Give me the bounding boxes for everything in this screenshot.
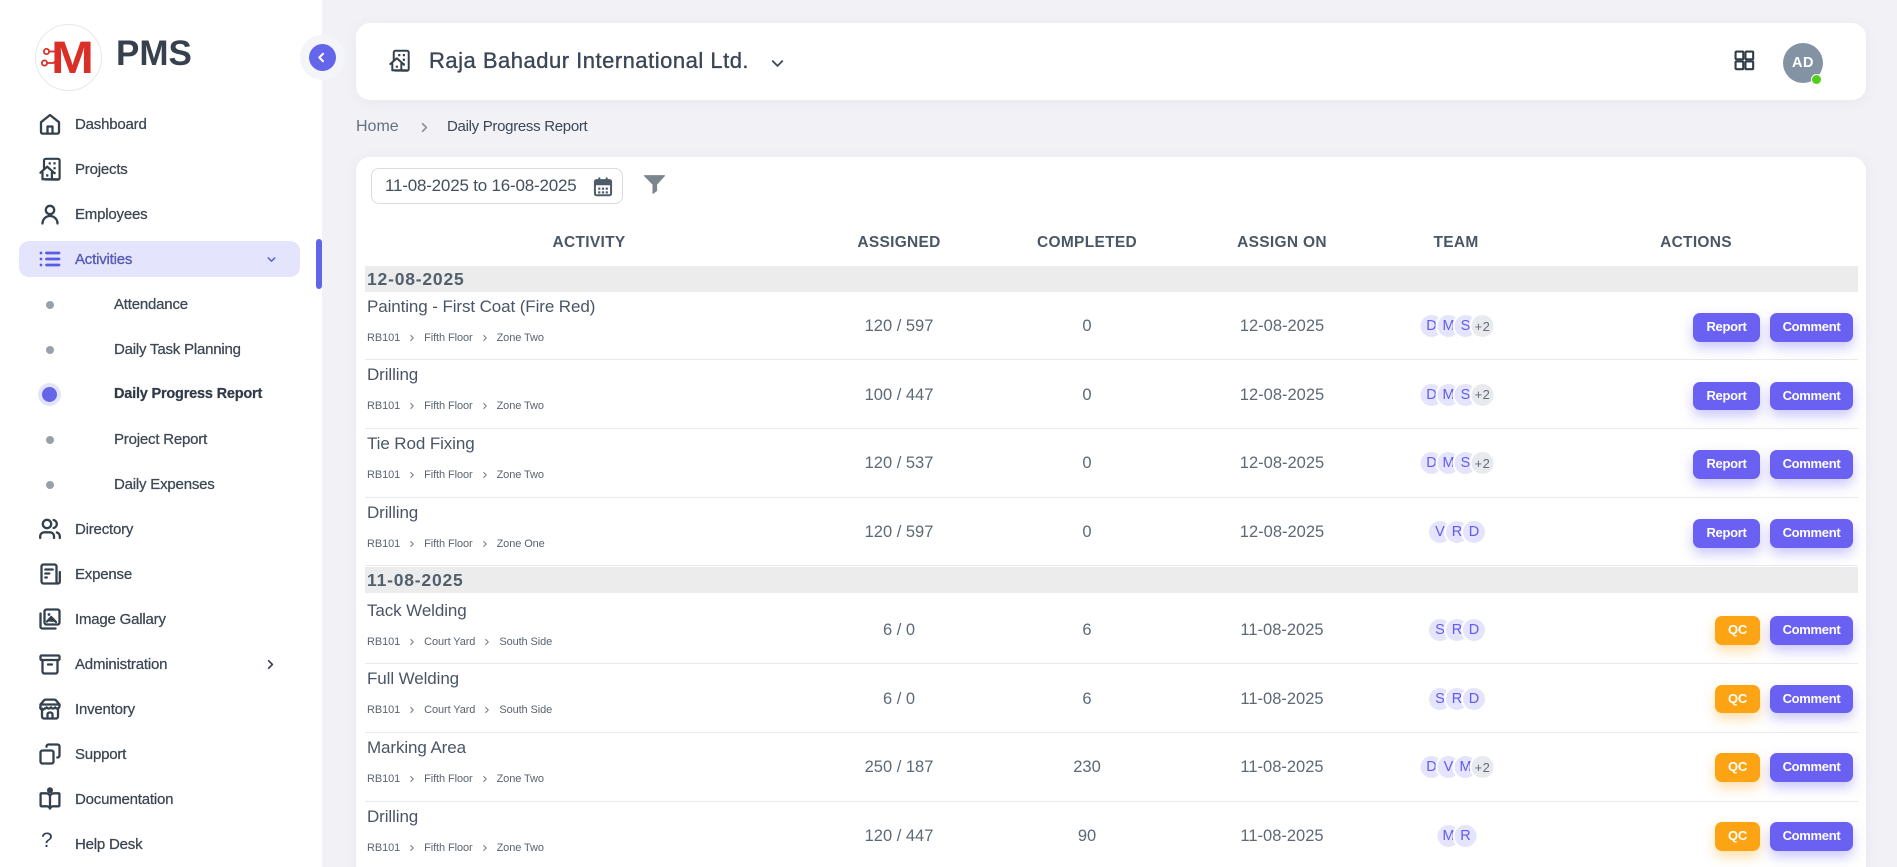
svg-text:M: M [51, 32, 94, 83]
